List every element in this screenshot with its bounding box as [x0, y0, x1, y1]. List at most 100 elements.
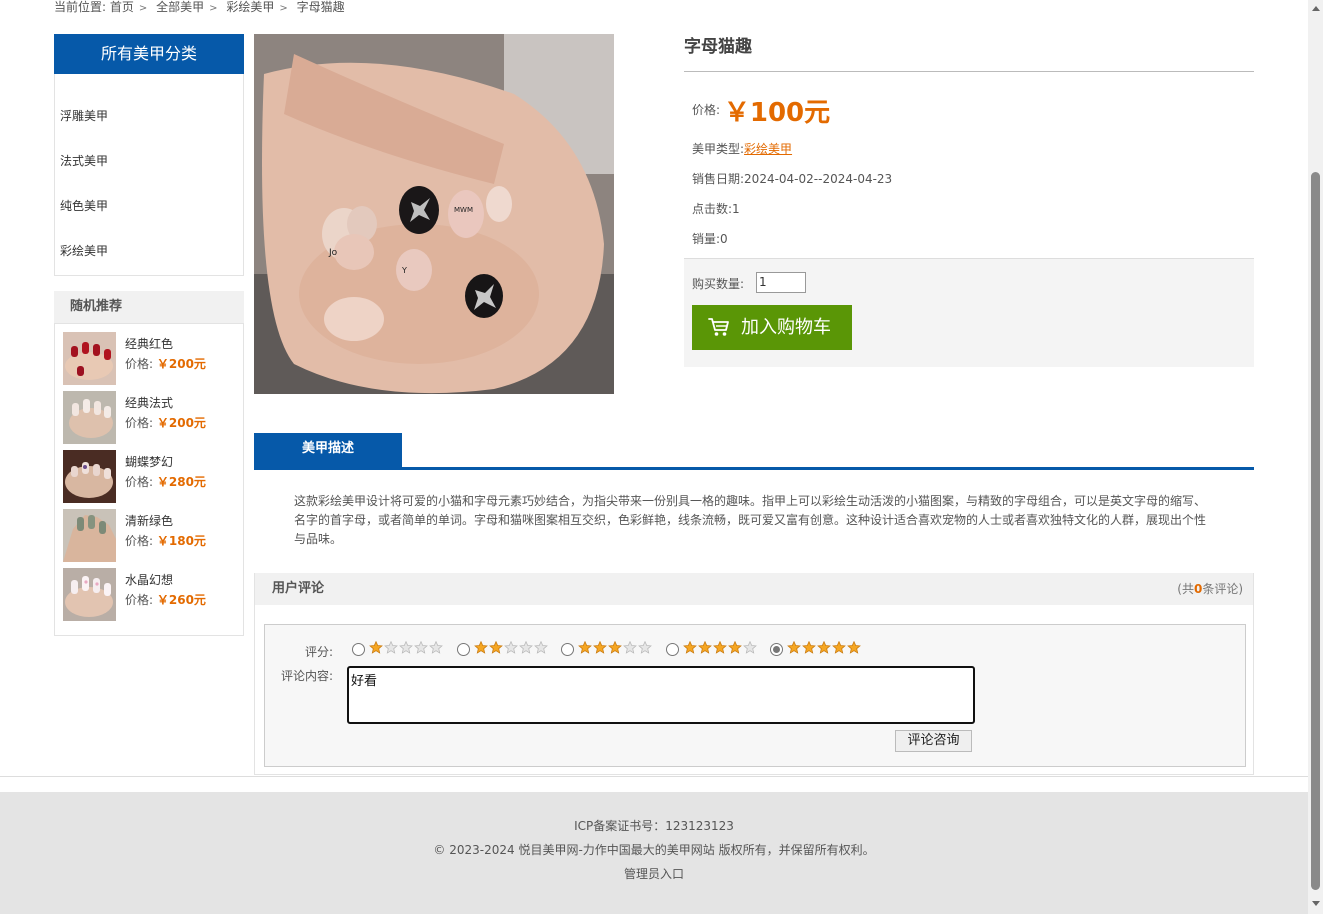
- quantity-input[interactable]: 1: [756, 272, 806, 293]
- svg-text:MWM: MWM: [454, 206, 473, 214]
- star-icon: [608, 641, 622, 654]
- tab-description[interactable]: 美甲描述: [254, 433, 402, 467]
- star-icon: [384, 641, 398, 654]
- recommend-thumbnail[interactable]: [63, 332, 116, 385]
- comments-header: 用户评论 (共0条评论): [255, 573, 1253, 605]
- comment-textarea[interactable]: 好看: [347, 666, 975, 724]
- recommend-thumbnail[interactable]: [63, 568, 116, 621]
- rating-radio-4[interactable]: [665, 643, 679, 656]
- svg-text:Jo: Jo: [328, 248, 338, 258]
- star-icon: [832, 641, 846, 654]
- rating-stars-2[interactable]: [473, 641, 549, 655]
- category-item-painted[interactable]: 彩绘美甲: [60, 244, 108, 258]
- footer-divider: [0, 776, 1308, 777]
- breadcrumb-home[interactable]: 首页: [110, 0, 134, 14]
- category-panel: 所有美甲分类 浮雕美甲 法式美甲 纯色美甲 彩绘美甲: [54, 34, 244, 276]
- recommend-price-label: 价格:: [125, 357, 154, 371]
- star-icon: [802, 641, 816, 654]
- rating-stars-1[interactable]: [369, 641, 444, 655]
- recommend-price-value: ￥280元: [156, 475, 206, 489]
- recommend-name[interactable]: 经典红色: [125, 335, 173, 352]
- product-type-label: 美甲类型:: [692, 142, 745, 156]
- recommend-name[interactable]: 清新绿色: [125, 512, 173, 529]
- breadcrumb-prefix: 当前位置:: [54, 0, 107, 14]
- breadcrumb-current: 字母猫趣: [296, 0, 345, 14]
- product-sales-label: 销量:: [692, 232, 721, 246]
- recommend-name[interactable]: 水晶幻想: [125, 571, 173, 588]
- star-icon: [533, 641, 548, 654]
- star-icon: [712, 641, 727, 654]
- recommend-price-value: ￥180元: [156, 534, 206, 548]
- recommend-item[interactable]: 蝴蝶梦幻 价格: ￥280元: [63, 450, 238, 504]
- star-icon: [518, 641, 533, 654]
- star-icon: [697, 641, 712, 654]
- recommend-price: 价格: ￥180元: [125, 532, 206, 549]
- product-type-link[interactable]: 彩绘美甲: [744, 142, 792, 156]
- rating-stars-4[interactable]: [682, 641, 758, 655]
- comments-count: (共0条评论): [1177, 573, 1243, 605]
- comments-title: 用户评论: [272, 581, 325, 596]
- recommend-item[interactable]: 水晶幻想 价格: ￥260元: [63, 568, 238, 622]
- add-to-cart-button[interactable]: 加入购物车: [692, 305, 852, 350]
- star-icon: [817, 641, 831, 654]
- rating-stars-3[interactable]: [578, 641, 653, 655]
- recommend-panel: 随机推荐 经典红色 价格: ￥200元 经典法式 价格: ￥200元 蝴蝶梦幻 …: [54, 291, 244, 636]
- recommend-price-value: ￥200元: [156, 357, 206, 371]
- product-image: Jo Y MWM: [254, 34, 614, 394]
- product-date-label: 销售日期:: [692, 172, 745, 186]
- product-price-row: 价格: ￥100元: [692, 92, 830, 129]
- star-icon: [369, 641, 383, 654]
- quantity-label: 购买数量:: [692, 277, 745, 291]
- recommend-price-label: 价格:: [125, 593, 154, 607]
- footer-copyright: © 2023-2024 悦目美甲网-力作中国最大的美甲网站 版权所有，并保留所有…: [433, 843, 875, 857]
- recommend-price: 价格: ￥260元: [125, 591, 206, 608]
- star-icon: [638, 641, 652, 654]
- footer-admin-link[interactable]: 管理员入口: [0, 865, 1308, 882]
- recommend-item[interactable]: 经典法式 价格: ￥200元: [63, 391, 238, 445]
- recommend-name[interactable]: 经典法式: [125, 394, 173, 411]
- star-icon: [488, 641, 503, 654]
- recommend-price-value: ￥200元: [156, 416, 206, 430]
- breadcrumb-separator: >: [209, 3, 218, 14]
- star-icon: [847, 641, 861, 654]
- recommend-price: 价格: ￥200元: [125, 355, 206, 372]
- category-item-solid[interactable]: 纯色美甲: [60, 199, 108, 213]
- breadcrumb-category[interactable]: 彩绘美甲: [226, 0, 274, 14]
- rating-radio-2[interactable]: [456, 643, 470, 656]
- comments-count-suffix: 条评论): [1202, 582, 1243, 596]
- page: 当前位置: 首页 > 全部美甲 > 彩绘美甲 > 字母猫趣 所有美甲分类 浮雕美甲 法…: [0, 0, 1308, 914]
- recommend-name[interactable]: 蝴蝶梦幻: [125, 453, 173, 470]
- scrollbar-thumb[interactable]: [1311, 172, 1320, 890]
- page-scrollbar[interactable]: [1308, 0, 1323, 914]
- rating-radio-5[interactable]: [770, 643, 783, 656]
- rating-radio-1[interactable]: [352, 643, 365, 656]
- star-icon: [787, 641, 801, 654]
- rating-radio-3[interactable]: [561, 643, 574, 656]
- product-price: ￥100元: [723, 98, 831, 128]
- star-icon: [593, 641, 607, 654]
- star-icon: [503, 641, 518, 654]
- cart-icon: [708, 318, 729, 336]
- product-date: 2024-04-02--2024-04-23: [744, 172, 893, 186]
- product-type-row: 美甲类型:彩绘美甲: [692, 140, 792, 157]
- rating-stars-5[interactable]: [787, 641, 862, 655]
- recommend-thumbnail[interactable]: [63, 391, 116, 444]
- category-item-relief[interactable]: 浮雕美甲: [60, 109, 108, 123]
- breadcrumb: 当前位置: 首页 > 全部美甲 > 彩绘美甲 > 字母猫趣: [54, 0, 345, 16]
- recommend-item[interactable]: 清新绿色 价格: ￥180元: [63, 509, 238, 563]
- recommend-item[interactable]: 经典红色 价格: ￥200元: [63, 332, 238, 386]
- comment-content-label: 评论内容:: [281, 669, 334, 683]
- breadcrumb-all[interactable]: 全部美甲: [156, 0, 204, 14]
- recommend-price: 价格: ￥280元: [125, 473, 206, 490]
- add-to-cart-label: 加入购物车: [741, 317, 831, 338]
- product-sales-row: 销量:0: [692, 230, 728, 247]
- recommend-thumbnail[interactable]: [63, 450, 116, 503]
- comment-submit-button[interactable]: 评论咨询: [895, 730, 972, 752]
- comments-panel: 用户评论 (共0条评论) 评分: 评论内容: 好看 评论咨询: [254, 573, 1254, 775]
- scroll-up-arrow-icon[interactable]: [1312, 6, 1320, 11]
- scroll-down-arrow-icon[interactable]: [1312, 901, 1320, 906]
- buy-panel: 购买数量: 1 加入购物车: [684, 258, 1254, 367]
- recommend-thumbnail[interactable]: [63, 509, 116, 562]
- recommend-price: 价格: ￥200元: [125, 414, 206, 431]
- category-item-french[interactable]: 法式美甲: [60, 154, 108, 168]
